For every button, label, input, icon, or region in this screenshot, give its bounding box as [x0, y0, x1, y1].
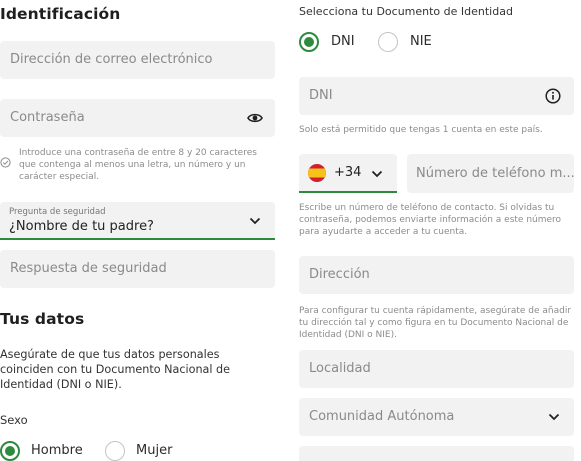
security-question-label: Pregunta de seguridad [9, 207, 106, 217]
security-answer-field[interactable]: Respuesta de seguridad [0, 250, 275, 288]
sex-label: Sexo [0, 413, 28, 427]
locality-field[interactable]: Localidad [299, 350, 574, 388]
radio-dni-label[interactable]: DNI [331, 34, 355, 49]
dni-field[interactable]: DNI [299, 77, 574, 115]
chevron-down-icon [249, 217, 261, 225]
dni-hint: Solo está permitido que tengas 1 cuenta … [299, 125, 543, 135]
address-field[interactable]: Dirección [299, 256, 574, 294]
address-placeholder: Dirección [309, 267, 370, 282]
radio-dni[interactable] [299, 32, 319, 52]
radio-hombre[interactable] [0, 441, 20, 461]
phone-prefix-select[interactable]: +34 [299, 154, 397, 193]
security-answer-placeholder: Respuesta de seguridad [10, 261, 167, 276]
radio-nie[interactable] [378, 32, 398, 52]
locality-placeholder: Localidad [309, 361, 371, 376]
next-field-partial[interactable] [299, 446, 574, 461]
dni-placeholder: DNI [309, 88, 333, 103]
phone-number-field[interactable]: Número de teléfono m... [407, 154, 575, 193]
password-field[interactable]: Contraseña [0, 99, 275, 137]
spain-flag-icon [308, 164, 326, 182]
radio-mujer-label[interactable]: Mujer [136, 443, 172, 458]
chevron-down-icon [371, 170, 383, 178]
check-circle-icon [0, 157, 11, 168]
password-placeholder: Contraseña [10, 110, 85, 125]
phone-hint: Escribe un número de teléfono de contact… [299, 203, 562, 237]
address-hint: Para configurar tu cuenta rápidamente, a… [299, 306, 572, 340]
document-type-label: Selecciona tu Documento de Identidad [299, 5, 513, 18]
identification-title: Identificación [0, 5, 121, 23]
personal-data-description: Asegúrate de que tus datos personales co… [0, 348, 231, 391]
personal-data-title: Tus datos [0, 310, 85, 328]
email-placeholder: Dirección de correo electrónico [10, 52, 213, 67]
region-placeholder: Comunidad Autónoma [309, 409, 455, 424]
radio-mujer[interactable] [105, 441, 125, 461]
info-icon[interactable] [545, 88, 561, 104]
region-select[interactable]: Comunidad Autónoma [299, 398, 574, 436]
phone-prefix-value: +34 [334, 165, 362, 180]
password-hint: Introduce una contraseña de entre 8 y 20… [19, 148, 257, 182]
radio-nie-label[interactable]: NIE [410, 34, 432, 49]
phone-number-placeholder: Número de teléfono m... [416, 166, 575, 181]
radio-hombre-label[interactable]: Hombre [31, 443, 83, 458]
email-field[interactable]: Dirección de correo electrónico [0, 41, 275, 79]
security-question-select[interactable]: Pregunta de seguridad ¿Nombre de tu padr… [0, 202, 275, 240]
chevron-down-icon [548, 413, 560, 421]
eye-icon[interactable] [247, 112, 263, 124]
security-question-value: ¿Nombre de tu padre? [9, 219, 154, 234]
